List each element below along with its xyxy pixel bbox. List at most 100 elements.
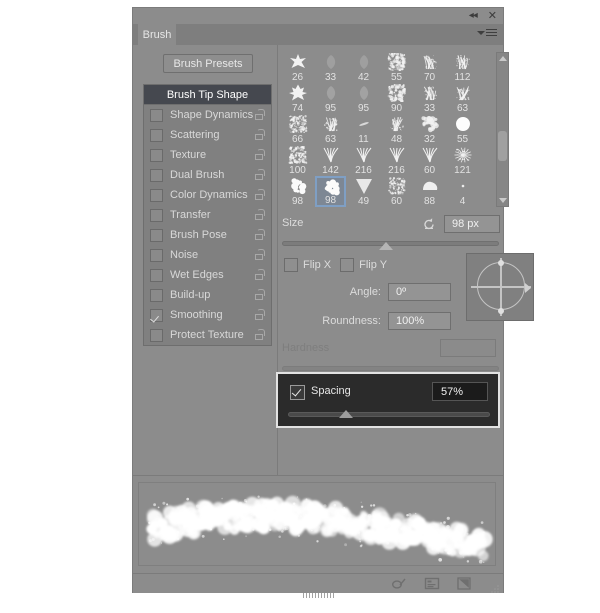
brush-tip-cell[interactable]: 100 [282,145,313,176]
lock-icon[interactable] [255,289,265,301]
brush-tip-cell[interactable]: 11 [348,114,379,145]
brush-tip-cell[interactable]: 98 [315,176,346,207]
brush-tip-cell[interactable]: 33 [315,52,346,83]
checkbox-build-up[interactable] [150,288,163,302]
panel-menu-icon[interactable] [477,29,497,36]
sidebar-item-dual-brush[interactable]: Dual Brush [144,165,271,185]
flip-y-checkbox[interactable] [340,258,355,272]
checkbox-shape-dynamics[interactable] [150,108,163,122]
spacing-slider-handle[interactable] [339,410,353,418]
checkbox-scattering[interactable] [150,128,163,142]
sidebar-item-shape-dynamics[interactable]: Shape Dynamics [144,105,271,125]
brush-tip-cell[interactable]: 90 [381,83,412,114]
brush-tip-cell[interactable]: 42 [348,52,379,83]
brush-presets-panel-icon[interactable] [424,576,440,591]
lock-icon[interactable] [255,249,265,261]
spacing-slider-track[interactable] [288,412,490,417]
brush-tip-grid[interactable]: 26 33 42 55 70 112 74 95 95 90 33 63 66 63 11 48 32 55 100… [279,52,478,207]
sidebar-item-smoothing[interactable]: Smoothing [144,305,271,325]
new-brush-preset-icon[interactable] [456,576,472,591]
checkbox-smoothing[interactable] [150,308,163,322]
roundness-handle-bottom[interactable] [498,308,504,314]
collapse-left-icon[interactable]: ◂◂ [469,11,478,21]
brush-tip-size-label: 33 [423,103,436,114]
lock-icon[interactable] [255,269,265,281]
checkbox-protect-texture[interactable] [150,328,163,342]
angle-roundness-preview[interactable] [466,253,534,321]
sidebar-item-brush-pose[interactable]: Brush Pose [144,225,271,245]
tab-brush[interactable]: Brush [138,24,176,45]
checkbox-texture[interactable] [150,148,163,162]
checkbox-transfer[interactable] [150,208,163,222]
toggle-brush-settings-icon[interactable] [391,576,407,591]
checkbox-wet-edges[interactable] [150,268,163,282]
lock-icon[interactable] [255,169,265,181]
checkbox-dual-brush[interactable] [150,168,163,182]
size-slider-handle[interactable] [379,242,393,250]
sidebar-item-noise[interactable]: Noise [144,245,271,265]
brush-tip-cell[interactable]: 216 [348,145,379,176]
lock-icon[interactable] [255,209,265,221]
angle-handle-icon[interactable] [525,283,531,293]
checkbox-color-dynamics[interactable] [150,188,163,202]
size-input[interactable]: 98 px [444,215,500,233]
brush-tip-cell[interactable]: 121 [447,145,478,176]
lock-icon[interactable] [255,189,265,201]
sidebar-item-color-dynamics[interactable]: Color Dynamics [144,185,271,205]
brush-tip-cell[interactable]: 60 [414,145,445,176]
brush-tip-cell[interactable]: 98 [282,176,313,207]
brush-tip-cell[interactable]: 60 [381,176,412,207]
brush-tip-cell[interactable]: 63 [447,83,478,114]
close-icon[interactable]: ✕ [488,11,497,22]
roundness-handle-top[interactable] [498,260,504,266]
sidebar-item-wet-edges[interactable]: Wet Edges [144,265,271,285]
sidebar-item-brush-tip-shape[interactable]: Brush Tip Shape [144,85,271,105]
reset-icon[interactable] [422,216,437,231]
brush-tip-cell[interactable]: 112 [447,52,478,83]
roundness-input[interactable]: 100% [388,312,451,330]
brush-tip-cell[interactable]: 55 [381,52,412,83]
panel-resize-grip[interactable] [303,593,337,598]
brush-tip-cell[interactable]: 48 [381,114,412,145]
brush-tip-cell[interactable]: 95 [315,83,346,114]
sidebar-item-texture[interactable]: Texture [144,145,271,165]
lock-icon[interactable] [255,149,265,161]
brush-tip-cell[interactable]: 95 [348,83,379,114]
brush-tip-cell[interactable]: 55 [447,114,478,145]
brush-grid-scrollbar[interactable] [496,52,509,207]
brush-tip-cell[interactable]: 63 [315,114,346,145]
scroll-up-arrow-icon[interactable] [498,56,507,61]
lock-icon[interactable] [255,129,265,141]
brush-tip-cell[interactable]: 74 [282,83,313,114]
brush-tip-cell[interactable]: 88 [414,176,445,207]
sidebar-item-build-up[interactable]: Build-up [144,285,271,305]
flip-x-checkbox[interactable] [284,258,298,272]
spacing-input[interactable]: 57% [432,382,488,401]
brush-tip-cell[interactable]: 70 [414,52,445,83]
angle-input[interactable]: 0º [388,283,451,301]
delete-brush-icon[interactable] [490,581,500,593]
brush-tip-cell[interactable]: 33 [414,83,445,114]
sidebar-item-protect-texture[interactable]: Protect Texture [144,325,271,345]
spacing-checkbox[interactable] [290,385,305,400]
brush-tip-cell[interactable]: 49 [348,176,379,207]
brush-tip-cell[interactable]: 216 [381,145,412,176]
brush-tip-cell[interactable]: 142 [315,145,346,176]
lock-icon[interactable] [255,229,265,241]
sidebar-item-transfer[interactable]: Transfer [144,205,271,225]
brush-tip-cell[interactable]: 4 [447,176,478,207]
lock-icon[interactable] [255,309,265,321]
brush-tip-cell[interactable]: 66 [282,114,313,145]
brush-tip-cell[interactable]: 26 [282,52,313,83]
checkbox-noise[interactable] [150,248,163,262]
brush-presets-button[interactable]: Brush Presets [163,54,253,73]
brush-tip-cell[interactable]: 32 [414,114,445,145]
sidebar-item-scattering[interactable]: Scattering [144,125,271,145]
checkbox-brush-pose[interactable] [150,228,163,242]
flip-y-control[interactable]: Flip Y [340,258,387,272]
flip-x-control[interactable]: Flip X [284,258,331,272]
scrollbar-thumb[interactable] [498,131,507,161]
lock-icon[interactable] [255,109,265,121]
scroll-down-arrow-icon[interactable] [498,198,507,203]
lock-icon[interactable] [255,329,265,341]
